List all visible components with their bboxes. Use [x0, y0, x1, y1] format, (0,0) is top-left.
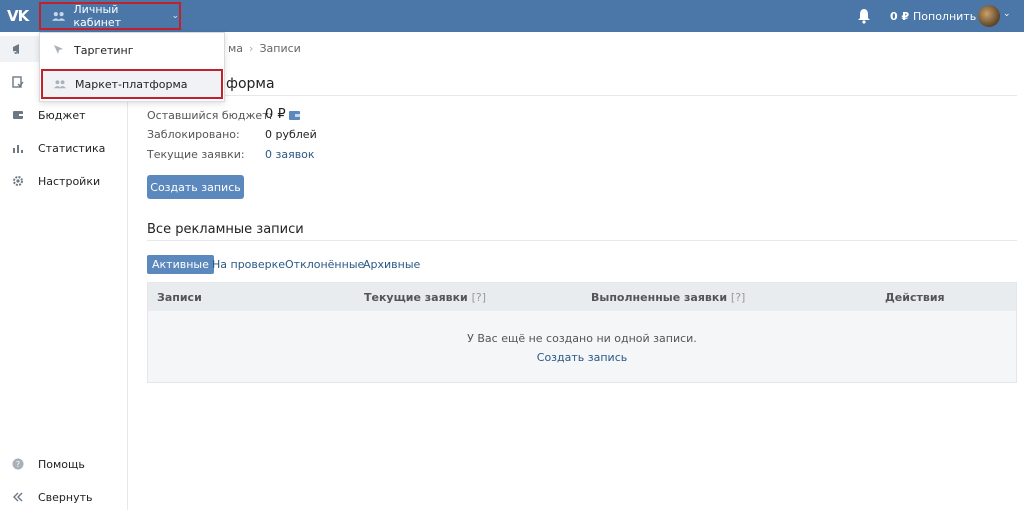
create-post-button[interactable]: Создать запись	[147, 175, 244, 199]
requests-link[interactable]: 0 заявок	[265, 148, 315, 161]
sidebar-item-label: Бюджет	[38, 108, 86, 122]
menu-item-targeting[interactable]: Таргетинг	[40, 35, 224, 65]
menu-item-market-platform[interactable]: Маркет-платформа	[41, 69, 223, 99]
bell-icon[interactable]	[856, 8, 872, 24]
tab-active[interactable]: Активные	[147, 255, 214, 274]
sidebar-item-settings[interactable]: Настройки	[0, 168, 128, 194]
empty-message: У Вас ещё не создано ни одной записи.	[467, 332, 697, 345]
menu-item-label: Маркет-платформа	[75, 77, 188, 91]
blocked-value: 0 рублей	[265, 128, 317, 141]
sidebar-item-help[interactable]: ? Помощь	[0, 451, 128, 477]
column-header-posts: Записи	[157, 291, 202, 304]
tab-archived[interactable]: Архивные	[358, 255, 425, 274]
sidebar-item-collapse[interactable]: Свернуть	[0, 484, 128, 510]
column-header-label: Текущие заявки	[364, 291, 468, 304]
bar-chart-icon	[13, 145, 23, 153]
column-header-actions: Действия	[885, 291, 945, 304]
wallet-icon[interactable]	[289, 111, 300, 120]
breadcrumb-separator: ›	[249, 42, 254, 55]
avatar[interactable]	[978, 5, 1000, 27]
divider	[147, 240, 1017, 241]
people-icon	[54, 80, 66, 89]
tab-review[interactable]: На проверке	[207, 255, 290, 274]
double-chevron-left-icon	[13, 492, 23, 502]
hint-link[interactable]: [?]	[731, 291, 745, 304]
sidebar-collapse-label: Свернуть	[38, 490, 93, 504]
section-title: Все рекламные записи	[147, 222, 304, 237]
wallet-icon	[13, 111, 23, 119]
posts-table: Записи Текущие заявки [?] Выполненные за…	[147, 282, 1017, 383]
menu-item-label: Таргетинг	[74, 43, 134, 57]
sidebar-item-budget[interactable]: Бюджет	[0, 102, 128, 128]
budget-label: Оставшийся бюджет:	[147, 109, 273, 122]
table-header: Записи Текущие заявки [?] Выполненные за…	[148, 283, 1016, 311]
column-header-current: Текущие заявки [?]	[364, 291, 486, 304]
cabinet-dropdown: Таргетинг Маркет-платформа	[39, 32, 225, 102]
chevron-down-icon[interactable]: ⌄	[1003, 9, 1011, 19]
svg-text:?: ?	[16, 460, 20, 469]
topup-link[interactable]: Пополнить	[913, 10, 976, 23]
requests-label: Текущие заявки:	[147, 148, 245, 161]
vk-logo[interactable]: VK	[7, 7, 31, 25]
chevron-down-icon: ⌄	[171, 11, 179, 21]
divider	[147, 95, 1017, 96]
budget-value: 0 ₽	[265, 107, 286, 122]
balance-value: 0 ₽	[890, 10, 910, 23]
sidebar-item-label: Настройки	[38, 174, 101, 188]
checklist-icon	[12, 76, 24, 88]
column-header-completed: Выполненные заявки [?]	[591, 291, 745, 304]
page-title: форма	[226, 76, 275, 92]
help-icon: ?	[12, 458, 24, 470]
column-header-label: Выполненные заявки	[591, 291, 728, 304]
sidebar-item-label: Статистика	[38, 141, 106, 155]
sidebar: Бюджет Статистика Настройки ? Помощь Све…	[0, 32, 128, 510]
gear-icon	[13, 176, 23, 186]
cursor-icon	[54, 45, 63, 54]
hint-link[interactable]: [?]	[472, 291, 486, 304]
sidebar-item-stats[interactable]: Статистика	[0, 135, 128, 161]
blocked-label: Заблокировано:	[147, 128, 240, 141]
breadcrumb: ма › Записи	[228, 42, 301, 55]
sidebar-help-label: Помощь	[38, 457, 85, 471]
cabinet-label: Личный кабинет	[73, 3, 122, 29]
people-icon	[52, 11, 66, 21]
megaphone-icon	[13, 44, 19, 54]
breadcrumb-part[interactable]: ма	[228, 42, 243, 55]
breadcrumb-current: Записи	[259, 42, 301, 55]
create-post-link[interactable]: Создать запись	[148, 351, 1016, 364]
tab-rejected[interactable]: Отклонённые	[280, 255, 369, 274]
cabinet-menu-button[interactable]: Личный кабинет ⌄	[39, 2, 181, 30]
top-bar: VK Личный кабинет ⌄ 0 ₽ Пополнить ⌄	[0, 0, 1024, 32]
